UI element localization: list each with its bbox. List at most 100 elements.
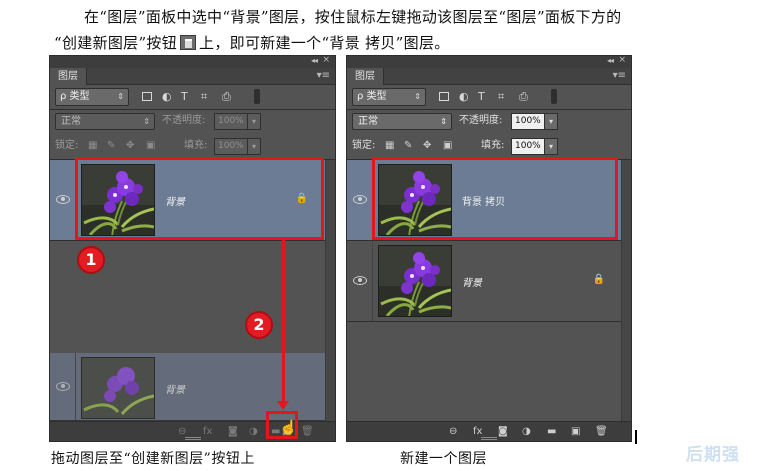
opacity-dropdown-icon[interactable]: ▾ <box>545 113 558 130</box>
adjustment-filter-icon[interactable]: ◐ <box>162 91 172 103</box>
image-filter-icon[interactable] <box>439 92 449 101</box>
link-layers-icon[interactable]: ⊖ <box>449 426 457 438</box>
fx-icon[interactable]: fx <box>203 426 212 438</box>
step-badge-1: 1 <box>77 246 105 274</box>
tab-layers[interactable]: 图层 <box>347 68 384 85</box>
lock-label: 锁定: <box>55 140 79 151</box>
new-layer-icon[interactable]: ▣ <box>571 426 580 438</box>
drag-arrow-head <box>277 401 289 410</box>
close-icon[interactable]: × <box>322 56 330 65</box>
filter-type-label: ρ 类型 <box>357 91 387 102</box>
filter-row: ρ 类型 ⇕ ◐ T ⌗ ⎙ <box>347 86 631 108</box>
eye-icon <box>56 381 70 391</box>
intro-paragraph: 在“图层”面板中选中“背景”图层，按住鼠标左键拖动该图层至“图层”面板下方的 “… <box>54 4 774 56</box>
visibility-toggle[interactable] <box>347 160 373 240</box>
filter-toggle-switch[interactable] <box>551 89 557 104</box>
eye-icon[interactable] <box>353 195 367 204</box>
lock-all-icon[interactable]: ▣ <box>146 140 155 152</box>
opacity-dropdown-icon[interactable]: ▾ <box>248 113 261 130</box>
fill-label: 填充: <box>481 140 505 151</box>
resize-grip[interactable] <box>184 437 201 440</box>
delete-layer-icon[interactable]: 🗑 <box>595 426 608 438</box>
tab-layers[interactable]: 图层 <box>50 68 87 85</box>
caption-left: 拖动图层至“创建新图层”按钮上 <box>51 451 255 467</box>
shape-filter-icon[interactable]: ⌗ <box>201 91 207 103</box>
blend-mode-label: 正常 <box>61 116 81 127</box>
fill-dropdown-icon[interactable]: ▾ <box>545 138 558 155</box>
adjustment-layer-icon[interactable]: ◑ <box>249 426 258 438</box>
type-filter-icon[interactable]: T <box>181 91 188 103</box>
panel-tabbar: 图层 ▾≡ <box>50 68 335 85</box>
filter-type-select[interactable]: ρ 类型 ⇕ <box>55 88 129 106</box>
intro-line-1: 在“图层”面板中选中“背景”图层，按住鼠标左键拖动该图层至“图层”面板下方的 <box>84 8 622 26</box>
lock-pixels-icon[interactable]: ✎ <box>107 140 115 152</box>
watermark-logo: 后期强 <box>686 445 740 465</box>
drag-arrow-line <box>282 239 285 401</box>
panel-menu-icon[interactable]: ▾≡ <box>613 70 626 81</box>
ghost-thumbnail <box>81 357 155 419</box>
blend-row: 正常 ⇕ 不透明度: 100% ▾ <box>50 110 335 132</box>
collapse-icon[interactable]: ◂◂ <box>311 56 318 65</box>
step-badge-2: 2 <box>245 311 273 339</box>
shape-filter-icon[interactable]: ⌗ <box>498 91 504 103</box>
panel-titlebar: ◂◂ × <box>347 56 631 68</box>
eye-icon[interactable] <box>56 195 70 204</box>
layer-list-scrollbar[interactable] <box>325 160 335 421</box>
opacity-label: 不透明度: <box>162 115 206 126</box>
fill-dropdown-icon[interactable]: ▾ <box>248 138 261 155</box>
lock-transparent-icon[interactable]: ▦ <box>385 140 394 152</box>
filter-row: ρ 类型 ⇕ ◐ T ⌗ ⎙ <box>50 86 335 108</box>
blend-mode-select[interactable]: 正常 ⇕ <box>352 113 452 130</box>
panel-titlebar: ◂◂ × <box>50 56 335 68</box>
layer-thumbnail <box>378 245 452 317</box>
filter-type-label: ρ 类型 <box>60 91 90 102</box>
ghost-layer-name: 背景 <box>165 385 185 396</box>
close-icon[interactable]: × <box>618 56 626 65</box>
new-layer-inline-icon <box>180 35 197 50</box>
ghost-visibility <box>50 353 76 420</box>
delete-layer-icon[interactable]: 🗑 <box>301 426 314 438</box>
layer-list-scrollbar[interactable] <box>621 160 631 421</box>
collapse-icon[interactable]: ◂◂ <box>607 56 614 65</box>
layer-lock-icon: 🔒 <box>592 274 605 285</box>
highlight-background-layer <box>75 157 324 240</box>
blend-row: 正常 ⇕ 不透明度: 100% ▾ <box>347 110 631 132</box>
lock-all-icon[interactable]: ▣ <box>443 140 452 152</box>
lock-position-icon[interactable]: ✥ <box>423 140 431 152</box>
opacity-label: 不透明度: <box>459 115 503 126</box>
intro-line-2-pre: “创建新图层”按钮 <box>54 34 178 52</box>
fill-input[interactable]: 100% <box>511 138 545 155</box>
filter-type-select[interactable]: ρ 类型 ⇕ <box>352 88 426 106</box>
fill-input[interactable]: 100% <box>214 138 248 155</box>
lock-label: 锁定: <box>352 140 376 151</box>
adjustment-filter-icon[interactable]: ◐ <box>459 91 469 103</box>
blend-mode-select[interactable]: 正常 ⇕ <box>55 113 155 130</box>
panel-tabbar: 图层 ▾≡ <box>347 68 631 85</box>
image-filter-icon[interactable] <box>142 92 152 101</box>
smart-object-filter-icon[interactable]: ⎙ <box>222 91 231 103</box>
opacity-input[interactable]: 100% <box>214 113 248 130</box>
caption-right: 新建一个图层 <box>400 451 487 467</box>
eye-icon[interactable] <box>353 276 367 285</box>
filter-toggle-switch[interactable] <box>254 89 260 104</box>
hand-cursor-icon: ☝ <box>280 420 298 436</box>
smart-object-filter-icon[interactable]: ⎙ <box>519 91 528 103</box>
lock-pixels-icon[interactable]: ✎ <box>404 140 412 152</box>
lock-row: 锁定: ▦ ✎ ✥ ▣ 填充: 100% ▾ <box>347 135 631 157</box>
new-group-icon[interactable]: ▬ <box>547 426 556 438</box>
add-mask-icon[interactable]: ◙ <box>498 426 508 438</box>
layer-name[interactable]: 背景 <box>462 274 482 289</box>
opacity-input[interactable]: 100% <box>511 113 545 130</box>
visibility-toggle[interactable] <box>50 160 76 240</box>
blend-mode-label: 正常 <box>358 116 378 127</box>
panel-menu-icon[interactable]: ▾≡ <box>317 70 330 81</box>
lock-row: 锁定: ▦ ✎ ✥ ▣ 填充: 100% ▾ <box>50 135 335 157</box>
type-filter-icon[interactable]: T <box>478 91 485 103</box>
lock-position-icon[interactable]: ✥ <box>126 140 134 152</box>
visibility-toggle[interactable] <box>347 241 373 321</box>
adjustment-layer-icon[interactable]: ◑ <box>522 426 531 438</box>
resize-grip[interactable] <box>481 437 497 440</box>
add-mask-icon[interactable]: ◙ <box>228 426 238 438</box>
lock-transparent-icon[interactable]: ▦ <box>88 140 97 152</box>
layer-row-background[interactable]: 背景 🔒 <box>347 241 622 322</box>
